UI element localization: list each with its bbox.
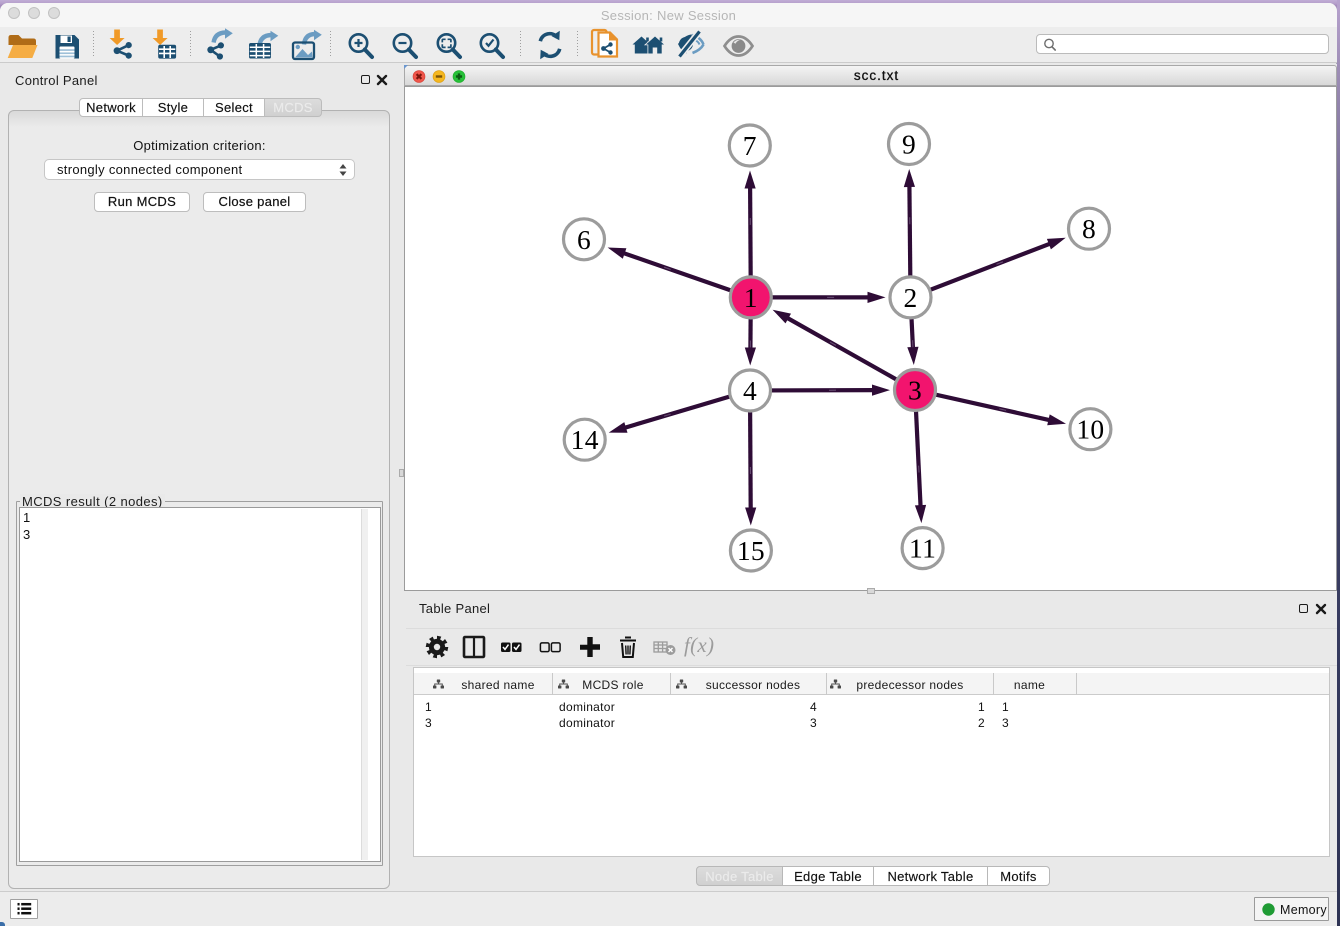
svg-text:14: 14	[571, 424, 599, 455]
svg-text:3: 3	[908, 375, 922, 406]
svg-text:1: 1	[744, 282, 758, 313]
svg-text:6: 6	[577, 224, 591, 255]
svg-text:8: 8	[1082, 213, 1096, 244]
svg-text:11: 11	[909, 533, 936, 564]
svg-text:2: 2	[903, 282, 917, 313]
svg-text:7: 7	[743, 130, 757, 161]
svg-text:15: 15	[737, 535, 765, 566]
svg-text:9: 9	[902, 129, 916, 160]
svg-text:4: 4	[743, 375, 757, 406]
svg-text:10: 10	[1076, 414, 1104, 445]
